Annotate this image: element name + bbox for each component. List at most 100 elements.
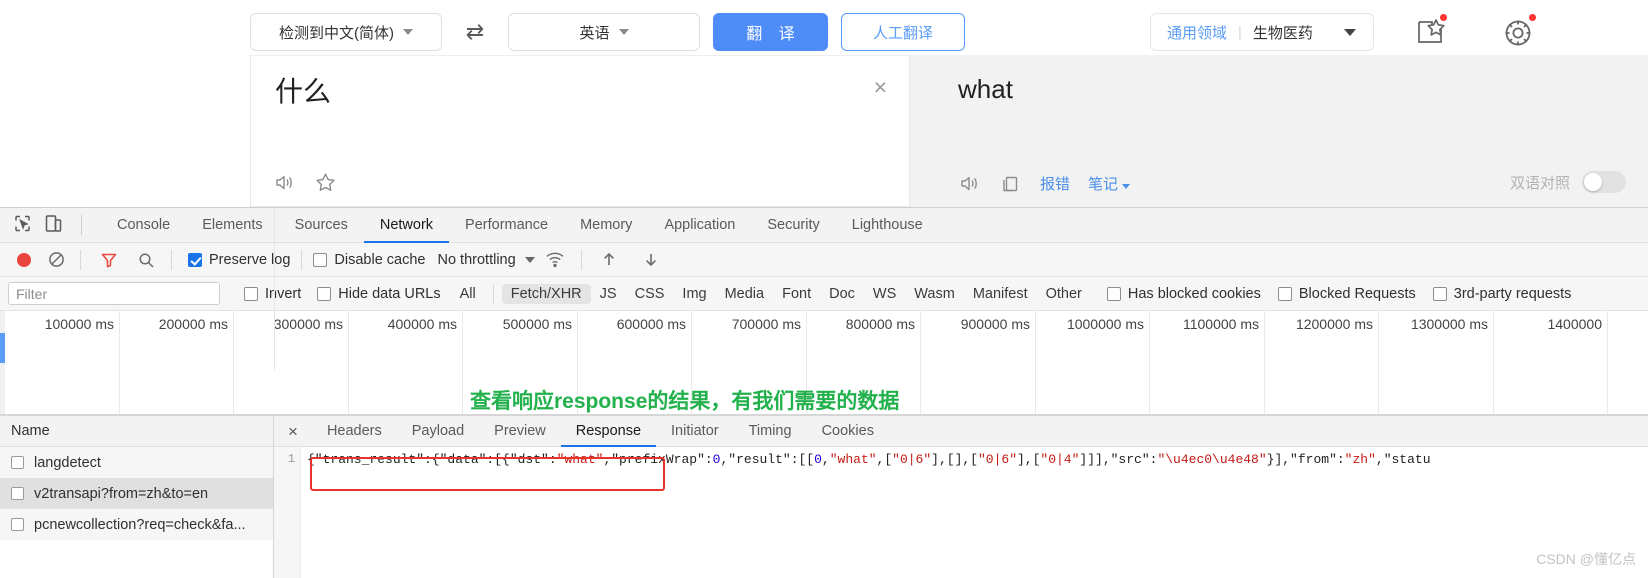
filter-type-manifest[interactable]: Manifest [964, 284, 1037, 304]
close-icon[interactable]: × [274, 416, 312, 447]
inspect-cursor-icon[interactable] [13, 214, 32, 237]
clear-source-icon[interactable]: × [874, 76, 887, 99]
json-token: 0 [814, 452, 822, 467]
timeline-tick-label: 900000 ms [960, 316, 1030, 332]
disable-cache-checkbox[interactable]: Disable cache [313, 252, 425, 268]
timeline-tick-label: 1400000 [1547, 316, 1602, 332]
devtools-tab-console[interactable]: Console [101, 208, 186, 243]
filter-type-doc[interactable]: Doc [820, 284, 864, 304]
devtools-tab-security[interactable]: Security [751, 208, 835, 243]
throttling-select[interactable]: No throttling [437, 252, 535, 268]
filter-type-css[interactable]: CSS [626, 284, 674, 304]
filter-type-all[interactable]: All [451, 284, 485, 304]
request-row-checkbox[interactable] [11, 487, 24, 500]
filter-type-media[interactable]: Media [716, 284, 774, 304]
request-row-checkbox[interactable] [11, 518, 24, 531]
detail-tab-cookies[interactable]: Cookies [807, 416, 889, 447]
domain-select[interactable]: 通用领域 | 生物医药 [1150, 13, 1374, 51]
request-list-header: Name [0, 416, 273, 447]
notes-dropdown[interactable]: 笔记 [1088, 173, 1131, 194]
export-har-icon[interactable] [643, 251, 659, 268]
checkbox-box[interactable] [188, 252, 202, 267]
filter-type-ws[interactable]: WS [864, 284, 905, 304]
detail-tab-payload[interactable]: Payload [397, 416, 479, 447]
report-error-link[interactable]: 报错 [1040, 173, 1070, 194]
filter-type-fetch-xhr[interactable]: Fetch/XHR [501, 283, 591, 304]
devtools-tab-application[interactable]: Application [648, 208, 751, 243]
search-icon[interactable] [138, 252, 154, 268]
blocked-requests-label: Blocked Requests [1298, 285, 1416, 302]
checkbox-box[interactable] [313, 252, 328, 267]
speaker-icon[interactable] [273, 171, 296, 194]
detail-tab-headers[interactable]: Headers [312, 416, 397, 447]
human-translate-button[interactable]: 人工翻译 [841, 13, 965, 51]
checkbox-box[interactable] [244, 286, 258, 301]
source-language-select[interactable]: 检测到中文(简体) [250, 13, 442, 51]
clear-icon[interactable] [48, 251, 65, 268]
devtools-tab-lighthouse[interactable]: Lighthouse [836, 208, 939, 243]
timeline-tick: 100000 ms [45, 311, 120, 414]
collect-icon[interactable] [1410, 12, 1450, 52]
copy-icon[interactable] [999, 172, 1022, 195]
json-token: ,"prefixWrap": [603, 452, 713, 467]
gear-icon[interactable] [1497, 12, 1539, 54]
timeline-tick: 800000 ms [846, 311, 921, 414]
target-language-select[interactable]: 英语 [508, 13, 700, 51]
checkbox-box[interactable] [1432, 286, 1447, 301]
swap-languages-icon[interactable]: ⇄ [462, 20, 488, 44]
source-text-pane[interactable]: 什么 × [250, 55, 910, 207]
hide-data-urls-checkbox[interactable]: Hide data URLs [317, 286, 441, 302]
json-token: }],"from": [1266, 452, 1345, 467]
star-icon[interactable] [314, 171, 337, 194]
divider [171, 249, 172, 270]
translate-button[interactable]: 翻 译 [713, 13, 828, 51]
blocked-requests-checkbox[interactable]: Blocked Requests [1277, 285, 1416, 302]
devtools-tab-network[interactable]: Network [364, 208, 449, 243]
domain-general-label: 通用领域 [1167, 24, 1228, 42]
timeline-tick: 1100000 ms [1183, 311, 1265, 414]
import-har-icon[interactable] [601, 251, 617, 268]
record-icon[interactable] [17, 252, 31, 267]
domain-current-label: 生物医药 [1252, 24, 1313, 42]
checkbox-box[interactable] [1277, 286, 1292, 301]
timeline-tick-label: 200000 ms [158, 316, 228, 332]
request-row[interactable]: v2transapi?from=zh&to=en [0, 478, 273, 509]
detail-tab-preview[interactable]: Preview [479, 416, 561, 447]
request-row[interactable]: pcnewcollection?req=check&fa... [0, 509, 273, 540]
detail-tab-initiator[interactable]: Initiator [656, 416, 734, 447]
filter-input[interactable]: Filter [8, 282, 220, 305]
bilingual-toggle[interactable] [1582, 171, 1626, 193]
has-blocked-cookies-checkbox[interactable]: Has blocked cookies [1106, 286, 1261, 302]
filter-icon[interactable] [101, 252, 117, 268]
request-row[interactable]: langdetect [0, 447, 273, 478]
divider [492, 284, 494, 303]
checkbox-box[interactable] [1106, 286, 1121, 301]
checkbox-box[interactable] [317, 286, 332, 301]
network-conditions-icon[interactable] [545, 251, 565, 268]
devtools-tab-elements[interactable]: Elements [186, 208, 278, 243]
preserve-log-checkbox[interactable]: Preserve log [188, 252, 290, 268]
source-tools [273, 171, 337, 194]
devtools-tab-performance[interactable]: Performance [449, 208, 564, 243]
devtools-tab-sources[interactable]: Sources [279, 208, 364, 243]
response-body[interactable]: 1 {"trans_result":{"data":[{"dst":"what"… [274, 447, 1648, 578]
request-row-checkbox[interactable] [11, 456, 24, 469]
json-token: , [821, 452, 830, 467]
device-toolbar-icon[interactable] [45, 214, 62, 237]
split-divider[interactable] [274, 208, 275, 370]
devtools-tab-memory[interactable]: Memory [564, 208, 648, 243]
third-party-requests-checkbox[interactable]: 3rd-party requests [1432, 286, 1571, 302]
filter-type-font[interactable]: Font [773, 284, 820, 304]
filter-type-img[interactable]: Img [673, 284, 715, 304]
invert-checkbox[interactable]: Invert [244, 286, 301, 302]
filter-type-other[interactable]: Other [1037, 284, 1091, 304]
speaker-icon[interactable] [958, 172, 981, 195]
timeline-tick-label: 600000 ms [616, 316, 686, 332]
timeline-tick: 1300000 ms [1411, 311, 1494, 414]
filter-type-js[interactable]: JS [591, 284, 626, 304]
target-tools: 报错 笔记 [958, 172, 1131, 195]
detail-tab-response[interactable]: Response [561, 416, 656, 447]
filter-type-wasm[interactable]: Wasm [905, 284, 964, 304]
target-text: what [958, 74, 1013, 104]
detail-tab-timing[interactable]: Timing [734, 416, 807, 447]
